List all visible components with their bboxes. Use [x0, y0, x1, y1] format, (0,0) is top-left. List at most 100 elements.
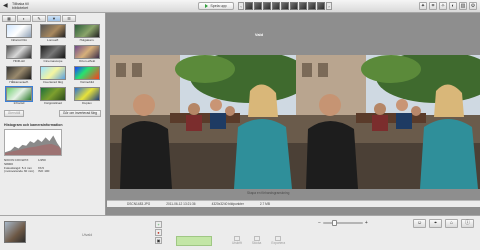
- send-label: Skicka: [251, 241, 262, 245]
- effect-tile[interactable]: Holgakam.: [72, 24, 102, 44]
- camera-info: NIKON COOLPIX S8000 1/250 Fokuslängd: 5.…: [0, 158, 105, 175]
- effect-preview: [74, 87, 100, 101]
- original-photo[interactable]: [110, 55, 298, 189]
- effect-label: HDR-stil: [13, 59, 25, 63]
- compare-icon[interactable]: ▥: [459, 2, 467, 10]
- export-label: Exportera: [271, 241, 286, 245]
- play-label: Spela upp: [210, 4, 227, 8]
- print-button[interactable]: Utskrift: [232, 236, 242, 245]
- focal-equivalent: (motsvarande 30 mm): [4, 169, 35, 174]
- send-button[interactable]: Skicka: [252, 236, 261, 245]
- effect-tile[interactable]: Värmebild: [72, 66, 102, 86]
- play-button[interactable]: Spela upp: [198, 2, 234, 10]
- file-size: 2.7 MB: [259, 202, 270, 206]
- effect-label: Lomoeff.: [47, 38, 59, 42]
- effect-preview: [6, 45, 32, 59]
- effect-tile[interactable]: Orton-effekt: [72, 45, 102, 65]
- back-arrow-icon: ◀: [3, 3, 8, 9]
- edit-panel: ▦ ◐ ✎ ▼ ☰ Infraröd film Lomoeff. Holgakam.…: [0, 13, 106, 215]
- effect-label: Inverterad färg: [42, 80, 64, 84]
- image-view: Vald Skapa en förhandsgranskning DSCN148…: [107, 13, 480, 215]
- effect-tile[interactable]: HDR-stil: [4, 45, 34, 65]
- tab-tuning[interactable]: ◐: [17, 15, 31, 22]
- effect-preview: [40, 24, 66, 38]
- invert-button[interactable]: Gör om inverterad färg: [58, 110, 101, 117]
- zoom-out-button[interactable]: −: [318, 220, 321, 226]
- effect-preview: [74, 24, 100, 38]
- thumbnail[interactable]: [245, 2, 253, 10]
- reset-button[interactable]: Återställ: [4, 110, 25, 117]
- info-icon[interactable]: ⓘ: [461, 219, 474, 228]
- thumbnail[interactable]: [263, 2, 271, 10]
- filmstrip-thumbnail[interactable]: [4, 221, 26, 243]
- back-to-library-button[interactable]: ◀ Tillbaka till biblioteket: [3, 2, 29, 10]
- thumbnail[interactable]: [299, 2, 307, 10]
- color-icon[interactable]: ◐: [449, 2, 457, 10]
- thumb-prev-button[interactable]: ‹: [238, 2, 244, 10]
- thumbnail-strip: ‹ ›: [238, 2, 332, 10]
- thumbnail[interactable]: [308, 2, 316, 10]
- effect-preview: [40, 45, 66, 59]
- effect-tile[interactable]: Inverterad färg: [38, 66, 68, 86]
- play-icon: [205, 4, 209, 8]
- effect-label: Holgakam.: [79, 38, 95, 42]
- effect-tile[interactable]: Lomoeff.: [38, 24, 68, 44]
- tab-more[interactable]: ☰: [62, 15, 76, 22]
- file-date: 2011-06-12 13:21:36: [166, 202, 196, 206]
- back-label-line2: biblioteket: [12, 6, 29, 10]
- zoom-in-button[interactable]: +: [365, 220, 368, 226]
- side-icons: + ● ▣: [155, 221, 162, 244]
- print-label: Utskrift: [232, 241, 242, 245]
- top-toolbar: ◀ Tillbaka till biblioteket Spela upp ‹ …: [0, 0, 480, 13]
- bottom-panel: Utvald + ● ▣ Utskrift Skicka Exportera −…: [0, 215, 480, 250]
- effect-label: Duplex: [82, 101, 92, 105]
- effect-preview: [40, 66, 66, 80]
- save-button[interactable]: [176, 236, 212, 246]
- effect-tile[interactable]: Färgmättnad: [38, 87, 68, 107]
- crop-icon[interactable]: ⌗: [429, 2, 437, 10]
- histogram: [4, 129, 62, 156]
- effect-tile[interactable]: Infraröd film: [4, 24, 34, 44]
- wand-icon[interactable]: ✦: [419, 2, 427, 10]
- thumbnail[interactable]: [254, 2, 262, 10]
- sparkle-icon[interactable]: ✧: [439, 2, 447, 10]
- file-name: DSCN1483.JPG: [127, 202, 151, 206]
- thumbnail[interactable]: [281, 2, 289, 10]
- selected-label: Vald: [254, 32, 264, 37]
- effect-tile[interactable]: Infraröd: [4, 86, 34, 107]
- remove-icon[interactable]: ●: [155, 229, 162, 236]
- effect-label: Infraröd: [13, 101, 25, 105]
- tab-retouch[interactable]: ✎: [32, 15, 46, 22]
- thumbnail[interactable]: [272, 2, 280, 10]
- thumb-next-button[interactable]: ›: [326, 2, 332, 10]
- effect-preview: [6, 24, 32, 38]
- effect-preview: [6, 66, 32, 80]
- pin-icon[interactable]: ⌖: [429, 219, 442, 228]
- effect-label: Orton-effekt: [78, 59, 96, 63]
- effect-label: Cinemascope: [43, 59, 63, 63]
- iso: ISO 100: [38, 169, 50, 174]
- person-icon[interactable]: ☺: [413, 219, 426, 228]
- photo-scene: [296, 55, 480, 189]
- zoom-slider-knob[interactable]: [331, 220, 337, 226]
- thumbnail[interactable]: [290, 2, 298, 10]
- effect-tile[interactable]: Duplex: [72, 87, 102, 107]
- settings-icon[interactable]: ⚙: [469, 2, 477, 10]
- thumbnail[interactable]: [317, 2, 325, 10]
- photo-icon[interactable]: ▣: [155, 237, 162, 244]
- effect-tile[interactable]: Cinemascope: [38, 45, 68, 65]
- photo-scene: [110, 55, 298, 189]
- tool-icons: ✦ ⌗ ✧ ◐ ▥ ⚙: [419, 2, 477, 10]
- tag-icon[interactable]: ⌂: [445, 219, 458, 228]
- tab-basic[interactable]: ▦: [2, 15, 16, 22]
- add-icon[interactable]: +: [155, 221, 162, 228]
- effect-buttons: Återställ Gör om inverterad färg: [0, 108, 105, 119]
- action-buttons: Utskrift Skicka Exportera: [232, 236, 285, 245]
- tab-effects[interactable]: ▼: [47, 15, 61, 22]
- zoom-slider[interactable]: [322, 220, 363, 226]
- effect-tile[interactable]: Hålkameraeff.: [4, 66, 34, 86]
- edited-photo[interactable]: [296, 55, 480, 189]
- preview-hint: Skapa en förhandsgranskning: [247, 191, 290, 195]
- export-button[interactable]: Exportera: [271, 236, 285, 245]
- effect-label: Värmebild: [80, 80, 94, 84]
